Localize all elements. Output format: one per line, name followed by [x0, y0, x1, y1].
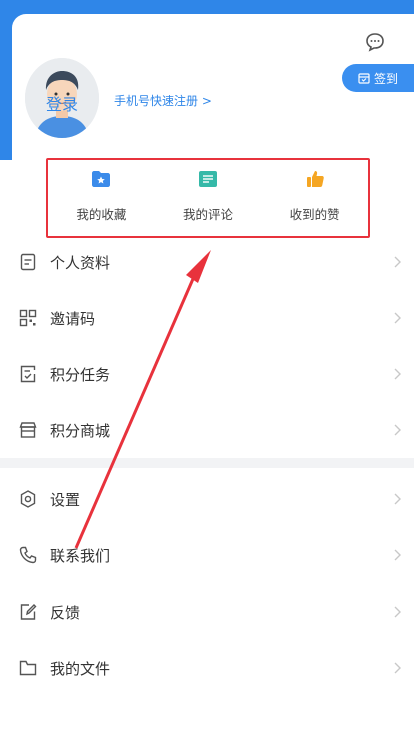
task-list-icon — [20, 365, 36, 383]
register-link[interactable]: 手机号快速注册 > — [114, 92, 212, 109]
quick-item-likes[interactable]: 收到的赞 — [261, 160, 368, 236]
folder-icon — [19, 660, 37, 676]
menu-item-feedback[interactable]: 反馈 — [0, 584, 414, 640]
menu-item-label: 邀请码 — [50, 309, 96, 328]
login-link[interactable]: 登录 — [46, 91, 78, 115]
qr-code-icon — [19, 309, 37, 327]
menu-item-label: 积分商城 — [50, 421, 111, 440]
quick-item-label: 我的评论 — [183, 207, 234, 222]
menu-item-points-tasks[interactable]: 积分任务 — [0, 346, 414, 402]
menu-item-label: 积分任务 — [50, 365, 111, 384]
menu-item-invite-code[interactable]: 邀请码 — [0, 290, 414, 346]
menu-item-label: 设置 — [50, 490, 81, 509]
edit-icon — [20, 604, 37, 620]
favorites-folder-icon — [92, 171, 111, 187]
quick-item-label: 我的收藏 — [76, 207, 127, 222]
chevron-right-icon — [394, 256, 401, 268]
chevron-right-icon — [394, 493, 401, 505]
signin-button[interactable]: 签到 — [342, 64, 414, 92]
menu-item-label: 反馈 — [50, 603, 81, 622]
calendar-icon — [358, 73, 370, 84]
chevron-right-icon — [394, 368, 401, 380]
chevron-right-icon — [394, 606, 401, 618]
menu-item-my-files[interactable]: 我的文件 — [0, 640, 414, 696]
menu-item-label: 个人资料 — [50, 253, 111, 272]
menu-item-settings[interactable]: 设置 — [0, 471, 414, 527]
status-bar — [0, 0, 414, 8]
comment-card-icon — [199, 171, 217, 187]
message-icon[interactable] — [365, 32, 385, 52]
section-divider — [0, 458, 414, 468]
store-icon — [19, 422, 37, 438]
chevron-right-icon — [394, 662, 401, 674]
quick-item-label: 收到的赞 — [289, 207, 340, 222]
phone-icon — [19, 546, 37, 564]
settings-icon — [20, 490, 36, 508]
menu-item-label: 我的文件 — [50, 659, 111, 678]
quick-item-comments[interactable]: 我的评论 — [155, 160, 262, 236]
signin-label: 签到 — [373, 71, 398, 86]
chevron-right-icon — [394, 312, 401, 324]
menu-item-label: 联系我们 — [50, 546, 111, 565]
chevron-right-icon — [394, 549, 401, 561]
quick-actions-row: 我的收藏 我的评论 收到的赞 — [46, 158, 370, 238]
chevron-right-icon — [394, 424, 401, 436]
thumbs-up-icon — [306, 171, 324, 187]
menu-item-contact-us[interactable]: 联系我们 — [0, 527, 414, 583]
quick-item-favorites[interactable]: 我的收藏 — [48, 160, 155, 236]
menu-item-profile[interactable]: 个人资料 — [0, 234, 414, 290]
menu-item-points-store[interactable]: 积分商城 — [0, 402, 414, 458]
document-icon — [20, 253, 36, 271]
